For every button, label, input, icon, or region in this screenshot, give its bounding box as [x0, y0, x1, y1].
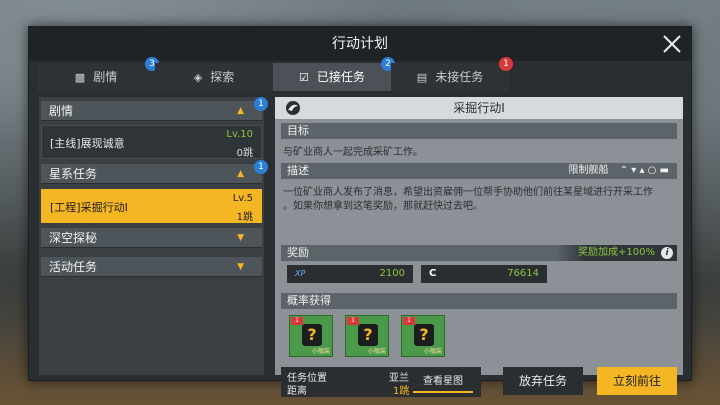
reward-credits: C 76614: [421, 265, 547, 283]
reward-section: 奖励 奖励加成+100% i: [281, 245, 677, 261]
credits-icon: C: [429, 268, 437, 279]
category-galaxy[interactable]: 星系任务 ▲ 1: [41, 160, 268, 184]
drop-section: 概率获得: [281, 293, 677, 309]
reward-bonus-text: 奖励加成+100%: [578, 247, 655, 258]
target-label: 目标: [287, 124, 309, 137]
item-tier-tag: 1: [291, 317, 303, 325]
info-icon[interactable]: i: [661, 247, 673, 259]
quest-name: [工程]采掘行动I: [50, 201, 128, 214]
restricted-ships: 限制舰船 ⌃ ▾ ▴ ○ ▬: [561, 163, 670, 179]
item-type-label: 小舰装: [367, 348, 386, 355]
reward-label: 奖励: [287, 246, 309, 259]
quest-item-mining[interactable]: [工程]采掘行动I Lv.5 1跳: [41, 189, 262, 223]
explore-icon: ◈: [193, 71, 203, 84]
item-tier-tag: 1: [403, 317, 415, 325]
drop-item[interactable]: 1 ? 小舰装: [345, 315, 389, 357]
unknown-item-icon: ?: [414, 324, 434, 346]
tab-story-label: 剧情: [93, 70, 118, 84]
description-line-1: 一位矿业商人发布了消息，希望出资雇佣一位帮手协助他们前往某星域进行开采工作: [283, 187, 653, 198]
quest-jumps: 0跳: [236, 148, 253, 159]
quest-jumps: 1跳: [236, 212, 253, 223]
chevron-down-icon: ▼: [237, 233, 244, 243]
tab-explore-label: 探索: [210, 70, 235, 84]
item-type-label: 小舰装: [311, 348, 330, 355]
description-label: 描述: [287, 164, 309, 177]
go-now-button[interactable]: 立刻前往: [597, 367, 677, 395]
drop-item[interactable]: 1 ? 小舰装: [401, 315, 445, 357]
tab-unaccepted-label: 未接任务: [435, 70, 484, 84]
quest-list-panel: 剧情 ▲ 1 [主线]展现诚意 Lv.10 0跳 星系任务 ▲ 1 [工程]采掘…: [39, 97, 268, 375]
target-text: 与矿业商人一起完成采矿工作。: [283, 147, 423, 158]
clipboard-icon: ▤: [416, 71, 428, 84]
drop-item[interactable]: 1 ? 小舰装: [289, 315, 333, 357]
item-tier-tag: 1: [347, 317, 359, 325]
category-event[interactable]: 活动任务 ▼: [41, 257, 262, 277]
category-galaxy-badge: 1: [254, 160, 268, 174]
faction-logo-icon: [286, 101, 300, 115]
quest-level: Lv.10: [226, 129, 253, 140]
tab-unaccepted[interactable]: ▤ 未接任务 1: [391, 57, 513, 91]
reward-bonus: 奖励加成+100% i: [556, 245, 677, 261]
tab-accepted[interactable]: ☑ 已接任务 2: [273, 57, 395, 91]
unknown-item-icon: ?: [302, 324, 322, 346]
quest-window: 行动计划 ▩ 剧情 3 ◈ 探索 ☑ 已接任务 2 ▤ 未接任务 1 剧情 ▲ 1: [28, 26, 692, 397]
abandon-quest-button[interactable]: 放弃任务: [503, 367, 583, 395]
unknown-item-icon: ?: [358, 324, 378, 346]
target-section: 目标: [281, 123, 677, 139]
detail-header: 采掘行动I: [275, 97, 683, 119]
location-box: 任务位置 亚兰 距离 1跳 查看星图: [281, 367, 481, 397]
category-story[interactable]: 剧情 ▲ 1: [41, 97, 268, 121]
category-story-label: 剧情: [49, 104, 74, 118]
window-title: 行动计划: [29, 27, 691, 61]
category-story-badge: 1: [254, 97, 268, 111]
chevron-up-icon: ▲: [237, 106, 244, 116]
item-type-label: 小舰装: [423, 348, 442, 355]
drop-label: 概率获得: [287, 294, 331, 307]
view-starmap-button[interactable]: 查看星图: [413, 373, 473, 393]
chevron-up-icon: ▲: [237, 169, 244, 179]
xp-icon: XP: [295, 269, 306, 278]
reward-xp: XP 2100: [287, 265, 413, 283]
category-event-label: 活动任务: [49, 260, 98, 274]
tab-story[interactable]: ▩ 剧情 3: [37, 57, 159, 91]
category-deepspace-label: 深空探秘: [49, 231, 98, 245]
reward-xp-value: 2100: [379, 268, 405, 279]
ship-class-icon: ⌃ ▾ ▴ ○ ▬: [619, 165, 669, 176]
quest-item-main[interactable]: [主线]展现诚意 Lv.10 0跳: [41, 125, 262, 159]
tab-bar: ▩ 剧情 3 ◈ 探索 ☑ 已接任务 2 ▤ 未接任务 1: [37, 57, 683, 91]
close-icon[interactable]: [661, 33, 683, 55]
tab-unaccepted-badge: 1: [499, 57, 513, 71]
category-galaxy-label: 星系任务: [49, 167, 98, 181]
quest-level: Lv.5: [232, 193, 253, 204]
category-deepspace[interactable]: 深空探秘 ▼: [41, 228, 262, 248]
tab-explore[interactable]: ◈ 探索: [155, 63, 273, 91]
detail-title: 采掘行动I: [453, 101, 505, 115]
clipboard-check-icon: ☑: [299, 71, 309, 84]
book-icon: ▩: [74, 71, 86, 84]
description-section: 描述 限制舰船 ⌃ ▾ ▴ ○ ▬: [281, 163, 677, 179]
distance-label: 距离: [287, 386, 307, 397]
quest-detail-panel: 采掘行动I 目标 与矿业商人一起完成采矿工作。 描述 限制舰船 ⌃ ▾ ▴ ○ …: [275, 97, 683, 397]
window-title-text: 行动计划: [332, 36, 388, 52]
chevron-down-icon: ▼: [237, 262, 244, 272]
distance-value: 1跳: [393, 386, 410, 397]
reward-credits-value: 76614: [507, 268, 539, 279]
description-line-2: 。如果你想拿到这笔奖励，那就赶快过去吧。: [283, 201, 483, 212]
restricted-ships-label: 限制舰船: [568, 165, 609, 176]
tab-accepted-label: 已接任务: [316, 70, 365, 84]
quest-name: [主线]展现诚意: [50, 137, 125, 150]
